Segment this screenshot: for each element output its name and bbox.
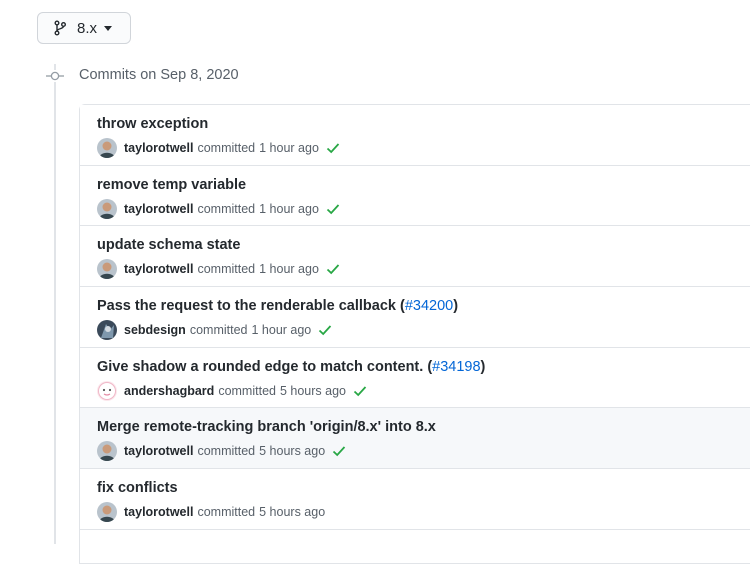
branch-select-button[interactable]: 8.x [37,12,131,44]
commit-list: throw exception taylorotwell committed 1… [79,104,750,564]
check-icon[interactable] [326,142,340,154]
commit-author-link[interactable]: sebdesign [124,323,186,337]
avatar[interactable] [97,441,117,462]
commit-author-link[interactable]: andershagbard [124,384,214,398]
commit-action: committed [189,323,248,338]
commit-author-link[interactable]: taylorotwell [124,444,193,458]
check-icon[interactable] [332,445,346,457]
commit-title-link[interactable]: fix conflicts [97,480,178,496]
pull-request-link[interactable]: #34198 [432,359,480,375]
commit-author-link[interactable]: taylorotwell [124,202,193,216]
branch-name: 8.x [77,19,98,37]
commit-author-link[interactable]: taylorotwell [124,262,193,276]
commit-meta: taylorotwell committed 5 hours ago [97,502,326,523]
avatar[interactable] [97,259,117,280]
check-icon[interactable] [326,203,340,215]
commit-row: fix conflicts taylorotwell committed 5 h… [80,469,750,530]
chevron-down-icon [104,25,113,31]
commit-action: committed [197,444,256,459]
commit-meta: andershagbard committed 5 hours ago [97,380,367,401]
commit-time: 1 hour ago [259,201,319,216]
avatar[interactable] [97,320,117,341]
commit-time: 1 hour ago [259,262,319,277]
check-icon[interactable] [326,263,340,275]
commit-row: Give shadow a rounded edge to match cont… [80,347,750,409]
commit-row: Merge remote-tracking branch 'origin/8.x… [80,408,750,470]
commit-title-link[interactable]: remove temp variable [97,177,246,193]
git-branch-icon [54,20,68,36]
commit-author-link[interactable]: taylorotwell [124,505,193,519]
commit-time: 5 hours ago [259,444,326,459]
commit-title-link[interactable]: update schema state [97,237,240,253]
commit-title-link[interactable]: throw exception [97,116,208,132]
avatar[interactable] [97,138,117,158]
commit-meta: sebdesign committed 1 hour ago [97,320,332,341]
avatar[interactable] [97,198,117,219]
commit-row: remove temp variable taylorotwell commit… [80,165,750,227]
commit-time: 1 hour ago [251,323,312,338]
commit-action: committed [218,383,276,398]
commit-time: 5 hours ago [279,383,346,398]
commit-action: committed [197,505,256,520]
commit-title-text: Pass the request to the renderable callb… [97,298,405,315]
commit-title-end: ) [453,298,459,315]
commit-node-icon [46,70,64,82]
commit-meta: taylorotwell committed 1 hour ago [97,259,340,280]
commit-meta: taylorotwell committed 5 hours ago [97,441,346,462]
commit-action: committed [197,262,256,277]
commit-title-text: Give shadow a rounded edge to match cont… [97,358,433,375]
commit-row: update schema state taylorotwell committ… [80,226,750,288]
timeline-line [54,64,56,544]
commit-title-link[interactable]: Pass the request to the renderable callb… [97,298,458,314]
commit-meta: taylorotwell committed 1 hour ago [97,138,340,158]
commit-author-link[interactable]: taylorotwell [124,141,193,155]
avatar[interactable] [97,502,117,523]
avatar[interactable] [97,380,117,401]
commit-time: 5 hours ago [259,505,326,520]
commit-row: throw exception taylorotwell committed 1… [80,105,750,166]
commit-action: committed [197,201,256,216]
commit-time: 1 hour ago [259,141,319,155]
commit-title-link[interactable]: Give shadow a rounded edge to match cont… [97,359,485,375]
commit-action: committed [197,141,256,155]
commit-title-end: ) [480,358,486,375]
pull-request-link[interactable]: #34200 [405,298,453,314]
commit-group-title: Commits on Sep 8, 2020 [79,67,239,83]
commit-meta: taylorotwell committed 1 hour ago [97,198,340,219]
commit-title-link[interactable]: Merge remote-tracking branch 'origin/8.x… [97,419,436,435]
check-icon[interactable] [353,385,367,397]
check-icon[interactable] [318,324,332,336]
commit-row: Pass the request to the renderable callb… [80,287,750,348]
